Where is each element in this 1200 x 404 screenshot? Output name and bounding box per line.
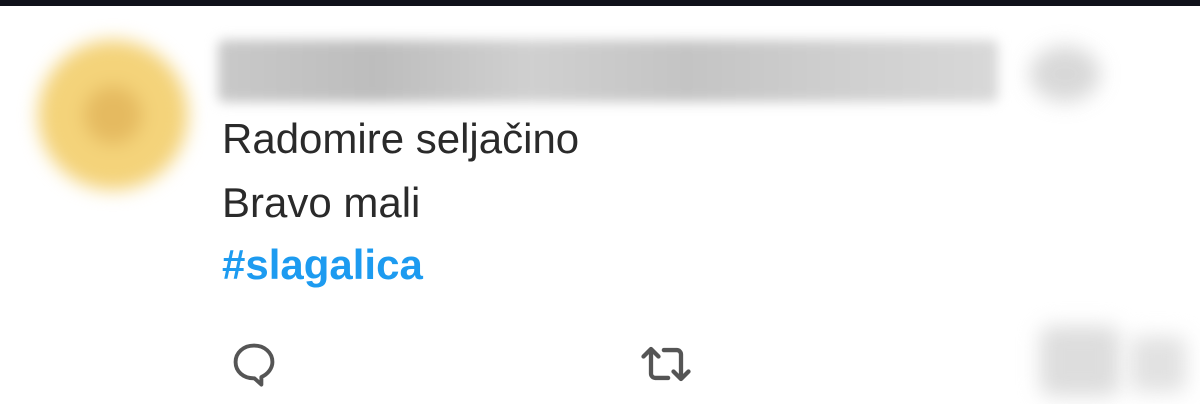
tweet[interactable]: Radomire seljačino Bravo mali #slagalica bbox=[0, 6, 1200, 404]
retweet-button[interactable] bbox=[630, 332, 702, 396]
reply-button[interactable] bbox=[222, 332, 286, 396]
more-options-redacted bbox=[1030, 46, 1100, 102]
share-action-redacted bbox=[1130, 336, 1186, 392]
author-header-redacted bbox=[218, 40, 998, 102]
like-action-redacted bbox=[1040, 326, 1120, 396]
avatar[interactable] bbox=[38, 40, 188, 190]
tweet-text-line-2: Bravo mali bbox=[222, 179, 421, 226]
hashtag-link[interactable]: #slagalica bbox=[222, 240, 423, 290]
avatar-center bbox=[84, 86, 142, 144]
tweet-text-line-1: Radomire seljačino bbox=[222, 115, 580, 162]
reply-icon bbox=[233, 343, 275, 387]
retweet-icon bbox=[641, 346, 691, 382]
